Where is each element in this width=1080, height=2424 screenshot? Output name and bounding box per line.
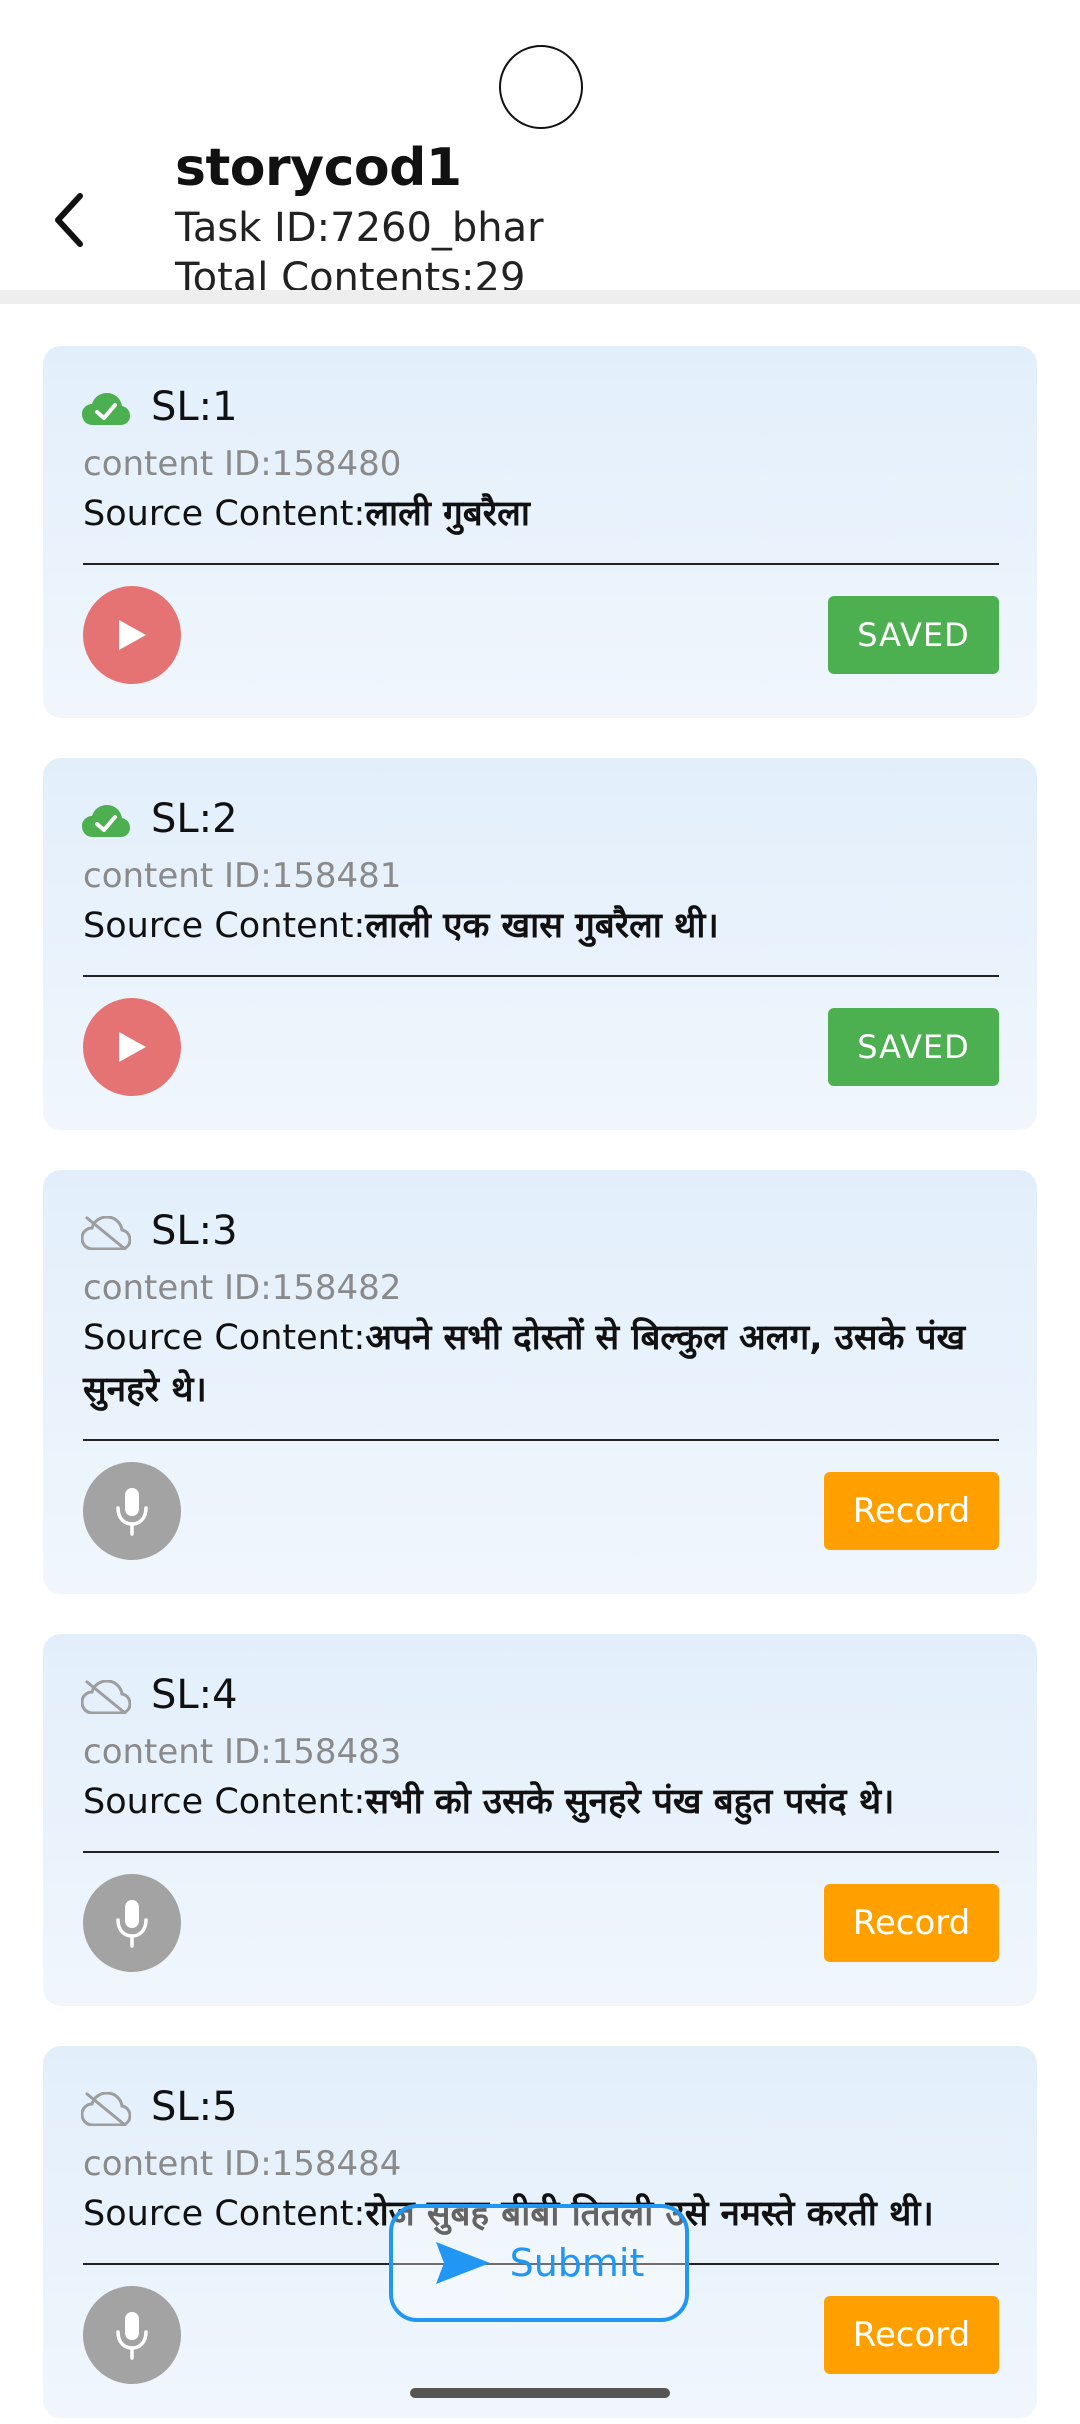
- content-card: SL:3 content ID:158482 Source Content:अप…: [43, 1170, 1037, 1594]
- card-divider: [83, 975, 999, 977]
- microphone-icon: [116, 1488, 148, 1536]
- serial-label: SL:1: [151, 384, 238, 430]
- source-content: Source Content:सभी को उसके सुनहरे पंख बह…: [83, 1782, 895, 1822]
- total-contents-label: Total Contents:29: [175, 255, 526, 290]
- content-id-label: content ID:158482: [83, 1268, 402, 1308]
- content-id-label: content ID:158484: [83, 2144, 402, 2184]
- cloud-off-icon: [81, 1216, 131, 1250]
- cloud-done-icon: [82, 393, 130, 425]
- serial-label: SL:3: [151, 1208, 238, 1254]
- content-card: SL:1 content ID:158480 Source Content:ला…: [43, 346, 1037, 718]
- play-button[interactable]: [83, 586, 181, 684]
- record-button[interactable]: Record: [824, 1472, 999, 1550]
- cloud-off-icon: [81, 2092, 131, 2126]
- card-divider: [83, 1439, 999, 1441]
- card-divider: [83, 1851, 999, 1853]
- source-content: Source Content:लाली एक खास गुबरैला थी।: [83, 906, 719, 946]
- microphone-icon: [116, 2312, 148, 2360]
- serial-label: SL:2: [151, 796, 238, 842]
- submit-label: Submit: [509, 2241, 645, 2285]
- content-id-label: content ID:158483: [83, 1732, 402, 1772]
- header-divider: [0, 290, 1080, 304]
- play-icon: [119, 620, 146, 650]
- serial-label: SL:5: [151, 2084, 238, 2130]
- play-icon: [119, 1032, 146, 1062]
- front-camera-cutout: [499, 45, 583, 129]
- cloud-done-icon: [82, 805, 130, 837]
- content-id-label: content ID:158480: [83, 444, 402, 484]
- saved-button[interactable]: SAVED: [828, 1008, 999, 1086]
- microphone-icon: [116, 1900, 148, 1948]
- task-id-label: Task ID:7260_bhar: [175, 205, 544, 251]
- content-id-label: content ID:158481: [83, 856, 402, 896]
- content-list[interactable]: SL:1 content ID:158480 Source Content:ला…: [0, 304, 1080, 2424]
- serial-label: SL:4: [151, 1672, 238, 1718]
- content-card: SL:4 content ID:158483 Source Content:सभ…: [43, 1634, 1037, 2006]
- send-icon: [435, 2242, 490, 2284]
- saved-button[interactable]: SAVED: [828, 596, 999, 674]
- cloud-off-icon: [81, 1680, 131, 1714]
- back-arrow-icon: [55, 193, 83, 247]
- record-button[interactable]: Record: [824, 2296, 999, 2374]
- record-button[interactable]: Record: [824, 1884, 999, 1962]
- play-button[interactable]: [83, 998, 181, 1096]
- mic-button[interactable]: [83, 2286, 181, 2384]
- back-button[interactable]: [40, 185, 100, 255]
- source-content: Source Content:अपने सभी दोस्तों से बिल्क…: [83, 1318, 966, 1410]
- card-divider: [83, 563, 999, 565]
- page-title: storycod1: [175, 138, 462, 198]
- app-header: storycod1 Task ID:7260_bhar Total Conten…: [0, 0, 1080, 290]
- content-card: SL:2 content ID:158481 Source Content:ला…: [43, 758, 1037, 1130]
- home-indicator[interactable]: [410, 2388, 670, 2398]
- mic-button[interactable]: [83, 1874, 181, 1972]
- submit-button[interactable]: Submit: [389, 2204, 689, 2322]
- source-content: Source Content:लाली गुबरैला: [83, 494, 530, 534]
- mic-button[interactable]: [83, 1462, 181, 1560]
